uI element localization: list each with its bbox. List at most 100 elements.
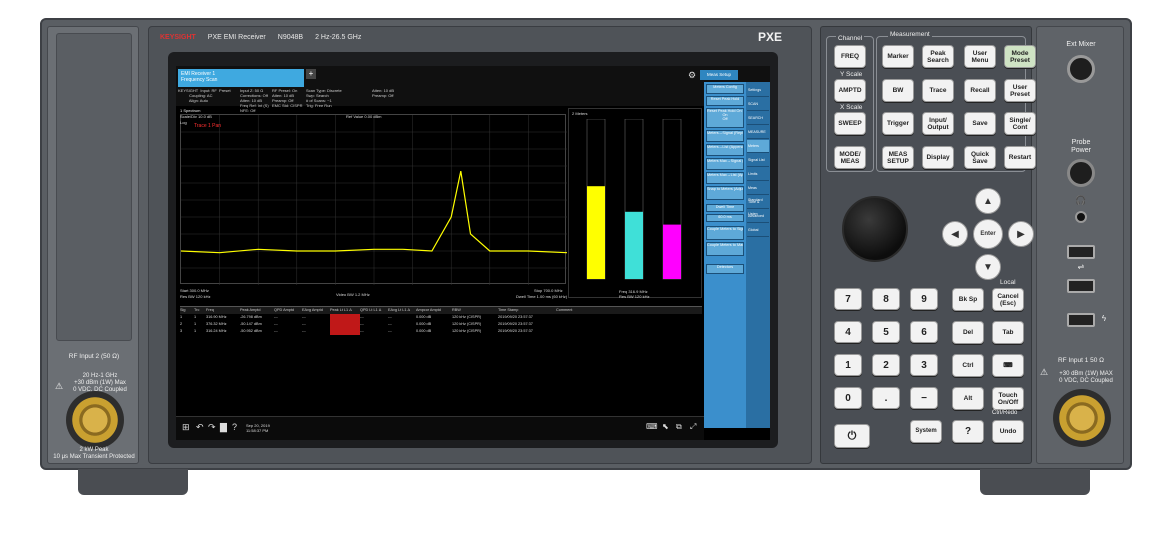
table-row[interactable]: 2 1 376.32 MHz -50.147 dBm --- --- --- --- 0.000… xyxy=(180,321,702,328)
marker-key[interactable]: Marker xyxy=(882,45,914,68)
numpad-key[interactable]: − xyxy=(910,387,938,409)
softkey-button[interactable]: Couple Meters to Signal List xyxy=(706,226,744,240)
numpad-key[interactable]: . xyxy=(872,387,900,409)
user-preset-key[interactable]: User Preset xyxy=(1004,79,1036,102)
save-key[interactable]: Save xyxy=(964,112,996,135)
probe-power-connector[interactable] xyxy=(1067,159,1095,187)
windows-icon[interactable]: ⊞ xyxy=(182,422,190,433)
softkey-tab[interactable]: SCAN xyxy=(747,98,769,111)
down-arrow-icon[interactable]: ▼ xyxy=(975,254,1001,280)
user-menu-key[interactable]: User Menu xyxy=(964,45,996,68)
help-key[interactable]: ? xyxy=(952,420,984,443)
rf-input1-connector[interactable] xyxy=(1053,389,1111,447)
softkey-button[interactable]: Detectors xyxy=(706,264,744,274)
undo-key[interactable]: Undo xyxy=(992,420,1024,443)
sweep-key[interactable]: SWEEP xyxy=(834,112,866,135)
numpad-key[interactable]: 9 xyxy=(910,288,938,310)
softkey-button[interactable]: Meters Max→Signal (Replace) xyxy=(706,158,744,170)
display-key[interactable]: Display xyxy=(922,146,954,169)
ctrl-key[interactable]: Ctrl xyxy=(952,354,984,377)
softkey-button[interactable]: Meters Max→List (Append) xyxy=(706,172,744,184)
numpad-key[interactable]: 4 xyxy=(834,321,862,343)
mode-tab[interactable]: EMI Receiver 1 Frequency Scan xyxy=(178,69,304,87)
numpad-key[interactable]: 1 xyxy=(834,354,862,376)
softkey-button[interactable]: Meters→List (Append) xyxy=(706,144,744,156)
table-row[interactable]: 1 1 316.90 MHz -26.798 dBm --- --- --- --- 0.000… xyxy=(180,314,702,321)
fullscreen-icon[interactable]: ⤢ xyxy=(690,422,696,432)
numpad-key[interactable]: 5 xyxy=(872,321,900,343)
softkey-button[interactable]: Couple Meters to Marker xyxy=(706,242,744,256)
touch-key[interactable]: Touch On/Off xyxy=(992,387,1024,410)
softkey-button[interactable]: Meters→Signal (Replace) xyxy=(706,130,744,142)
up-arrow-icon[interactable]: ▲ xyxy=(975,188,1001,214)
meas-setup-key[interactable]: MEAS SETUP xyxy=(882,146,914,169)
right-arrow-icon[interactable]: ▶ xyxy=(1008,221,1034,247)
enter-key[interactable]: Enter xyxy=(973,219,1003,249)
freq-key[interactable]: FREQ xyxy=(834,45,866,68)
softkey-tab[interactable]: Meters xyxy=(747,140,769,153)
trigger-key[interactable]: Trigger xyxy=(882,112,914,135)
amptd-key[interactable]: AMPTD xyxy=(834,79,866,102)
softkey-tab[interactable]: SEARCH xyxy=(747,112,769,125)
softkey-tab[interactable]: Signal List xyxy=(747,154,769,167)
redo-icon[interactable]: ↷ xyxy=(208,422,216,433)
undo-icon[interactable]: ↶ xyxy=(196,422,204,433)
gear-icon[interactable]: ⚙ xyxy=(688,70,696,81)
usb-port-1[interactable] xyxy=(1067,245,1095,259)
softkey-tab[interactable]: Advanced xyxy=(747,210,769,223)
table-row[interactable]: 3 1 316.24 MHz -50.952 dBm --- --- --- --- 0.000… xyxy=(180,328,702,335)
trace-window-label[interactable]: 1 Spectrum xyxy=(180,108,200,113)
spectrum-plot[interactable] xyxy=(180,114,568,285)
trace-key[interactable]: Trace xyxy=(922,79,954,102)
quick-save-key[interactable]: Quick Save xyxy=(964,146,996,169)
softkey-tab[interactable]: Global xyxy=(747,224,769,237)
numpad-key[interactable]: 8 xyxy=(872,288,900,310)
peak-search-key[interactable]: Peak Search xyxy=(922,45,954,68)
power-icon[interactable]: ⏻ xyxy=(834,424,870,448)
ext-mixer-connector[interactable] xyxy=(1067,55,1095,83)
restart-key[interactable]: Restart xyxy=(1004,146,1036,169)
keyboard-key[interactable]: ⌨ xyxy=(992,354,1024,377)
usb-port-3[interactable] xyxy=(1067,313,1095,327)
help-icon[interactable]: ? xyxy=(232,422,237,432)
softkey-button[interactable]: Snap to Meters (Adjust Center) xyxy=(706,186,744,200)
softkey-button[interactable]: Meters Config xyxy=(706,84,744,94)
meters-window[interactable]: 2 Meters Freq 316.9 MHz Res BW 120 kHz xyxy=(568,108,702,299)
rotary-knob[interactable] xyxy=(842,196,908,262)
signal-list-table[interactable]: Sig Trc Freq Peak Amptd QPD Amptd EAvg Amptd P… xyxy=(180,306,702,402)
softkey-tab[interactable]: MEASURE xyxy=(747,126,769,139)
softkey-tab[interactable]: Limits xyxy=(747,168,769,181)
numpad-key[interactable]: 3 xyxy=(910,354,938,376)
alt-key[interactable]: Alt xyxy=(952,387,984,410)
bw-key[interactable]: BW xyxy=(882,79,914,102)
headphone-jack[interactable] xyxy=(1075,211,1087,223)
mode-meas-key[interactable]: MODE/ MEAS xyxy=(834,146,866,169)
softkey-button[interactable]: Dwell Time xyxy=(706,204,744,212)
screenshot-icon[interactable]: ⧉ xyxy=(676,422,682,432)
recall-key[interactable]: Recall xyxy=(964,79,996,102)
cancel-key[interactable]: Cancel (Esc) xyxy=(992,288,1024,311)
add-screen-button[interactable]: + xyxy=(306,69,316,79)
left-arrow-icon[interactable]: ◀ xyxy=(942,221,968,247)
pointer-icon[interactable]: ⬉ xyxy=(662,422,669,431)
softkey-button[interactable]: 60.0 ms xyxy=(706,214,744,222)
backspace-key[interactable]: Bk Sp xyxy=(952,288,984,311)
softkey-button[interactable]: Reset Peak Hold xyxy=(706,96,744,106)
tab-key[interactable]: Tab xyxy=(992,321,1024,344)
numpad-key[interactable]: 0 xyxy=(834,387,862,409)
input-output-key[interactable]: Input/ Output xyxy=(922,112,954,135)
keyboard-icon[interactable]: ⌨ xyxy=(646,422,658,431)
single-cont-key[interactable]: Single/ Cont xyxy=(1004,112,1036,135)
softkey-tab[interactable]: Meas Standard xyxy=(747,182,769,202)
file-icon[interactable]: ▇ xyxy=(220,422,227,433)
numpad-key[interactable]: 2 xyxy=(872,354,900,376)
softkey-button[interactable]: Reset Peak Hold On Freq Change On Off xyxy=(706,108,744,128)
usb-port-2[interactable] xyxy=(1067,279,1095,293)
softkey-tab[interactable]: Tune & Listen xyxy=(747,196,769,216)
numpad-key[interactable]: 7 xyxy=(834,288,862,310)
softkey-tab[interactable]: Settings xyxy=(747,84,769,97)
mode-preset-key[interactable]: Mode Preset xyxy=(1004,45,1036,68)
numpad-key[interactable]: 6 xyxy=(910,321,938,343)
system-key[interactable]: System xyxy=(910,420,942,443)
del-key[interactable]: Del xyxy=(952,321,984,344)
